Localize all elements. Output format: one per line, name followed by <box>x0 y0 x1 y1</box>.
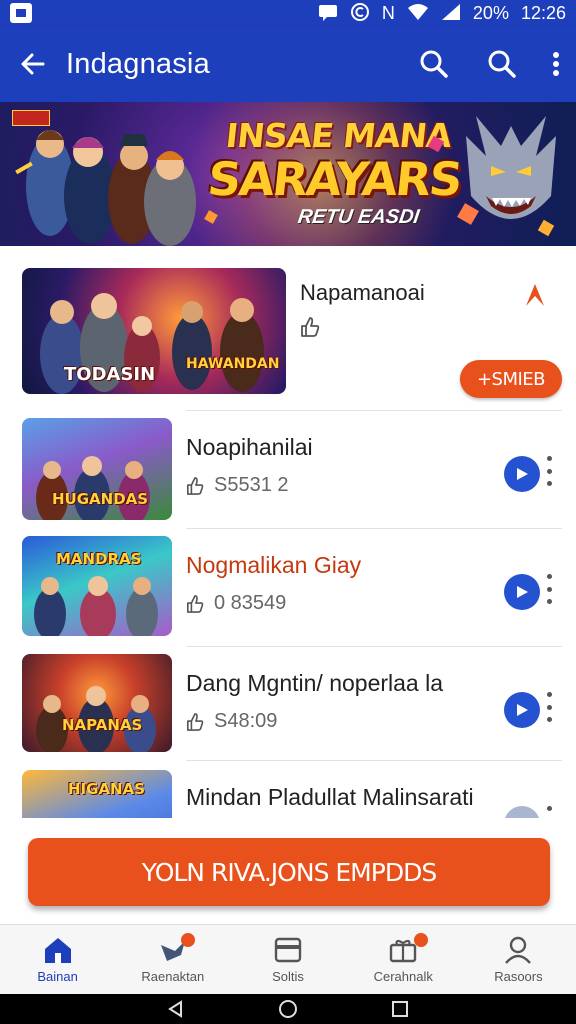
system-recents-icon[interactable] <box>391 1000 409 1018</box>
status-bar: N 20% 12:26 <box>0 0 576 26</box>
thumbs-up-icon <box>300 316 320 343</box>
nav-label: Raenaktan <box>141 969 205 984</box>
nav-item-cerahnalk[interactable]: Cerahnalk <box>346 925 461 994</box>
play-button[interactable] <box>504 574 540 610</box>
item-thumbnail[interactable]: HIGANAS <box>22 770 172 818</box>
item-thumb-caption: NAPANAS <box>62 716 143 734</box>
search-button-secondary[interactable] <box>468 26 536 102</box>
system-back-icon[interactable] <box>167 1000 185 1018</box>
banner-title-line2: SARAYARS <box>205 152 464 206</box>
notification-badge <box>413 933 428 947</box>
item-more-button[interactable] <box>542 692 556 722</box>
item-thumb-caption: HIGANAS <box>68 780 146 798</box>
list-item[interactable]: HUGANDAS Noapihanilai S5531 2 <box>0 410 576 528</box>
item-title: Noapihanilai <box>186 434 313 460</box>
nav-label: Rasoors <box>494 969 543 984</box>
list-item[interactable]: NAPANAS Dang Mgntin/ noperlaa la S48:09 <box>0 646 576 764</box>
thumbs-up-icon <box>186 594 204 613</box>
thumbs-up-icon <box>186 476 204 495</box>
play-icon <box>517 704 528 716</box>
flag-icon[interactable] <box>524 282 546 313</box>
person-icon <box>505 936 532 964</box>
overflow-menu-button[interactable] <box>536 26 576 102</box>
item-more-button[interactable] <box>542 574 556 604</box>
item-thumb-caption: MANDRAS <box>56 550 142 568</box>
app-bar: Indagnasia <box>0 26 576 102</box>
search-icon <box>420 50 448 78</box>
nav-label: Bainan <box>37 969 78 984</box>
arrow-left-icon <box>21 53 45 75</box>
battery-percent: 20% <box>472 2 509 23</box>
app-list: TODASIN HAWANDAN Napamanoai +SMIEB HUGAN… <box>0 246 576 818</box>
page-title: Indagnasia <box>66 47 210 80</box>
nav-item-raenaktan[interactable]: Raenaktan <box>115 925 230 994</box>
item-title: Nogmalikan Giay <box>186 552 362 578</box>
hero-characters-art <box>15 130 196 246</box>
hero-banner[interactable]: INSAE MANA SARAYARS RETU EASDI <box>0 102 576 246</box>
item-meta: 0 83549 <box>214 592 287 614</box>
banner-subtitle: RETU EASDI <box>296 206 421 228</box>
play-icon <box>517 468 528 480</box>
search-icon <box>488 50 516 78</box>
banner-title-line1: INSAE MANA <box>223 116 453 155</box>
message-icon <box>318 3 338 24</box>
featured-title: Napamanoai <box>300 280 425 305</box>
nav-item-rasoors[interactable]: Rasoors <box>461 925 576 994</box>
item-title: Dang Mgntin/ noperlaa la <box>186 670 443 696</box>
play-button[interactable] <box>504 806 540 818</box>
system-home-icon[interactable] <box>278 999 298 1019</box>
copyright-icon <box>350 2 370 25</box>
back-button[interactable] <box>0 26 66 102</box>
search-button[interactable] <box>400 26 468 102</box>
nfc-indicator: N <box>381 3 395 23</box>
nav-item-soltis[interactable]: Soltis <box>230 925 345 994</box>
play-icon <box>517 586 528 598</box>
more-vert-icon <box>553 52 559 76</box>
play-button[interactable] <box>504 456 540 492</box>
item-more-button[interactable] <box>542 456 556 486</box>
item-meta: S5531 2 <box>214 474 289 496</box>
featured-thumb-caption-right: HAWANDAN <box>186 356 280 372</box>
system-navigation-bar <box>0 994 576 1024</box>
signal-icon <box>441 3 461 24</box>
bottom-navigation: Bainan Raenaktan Soltis Cerahnalk Rasoor… <box>0 924 576 994</box>
play-button[interactable] <box>504 692 540 728</box>
featured-item[interactable]: TODASIN HAWANDAN Napamanoai +SMIEB <box>0 246 576 410</box>
item-more-button[interactable] <box>542 806 556 818</box>
item-thumbnail[interactable]: HUGANDAS <box>22 418 172 520</box>
nav-label: Cerahnalk <box>373 969 433 984</box>
primary-cta-button[interactable]: YOLN RIVA.JONS EMPDDS <box>28 838 550 906</box>
nav-label: Soltis <box>272 969 304 984</box>
item-title: Mindan Pladullat Malinsarati <box>186 784 474 810</box>
featured-thumbnail[interactable]: TODASIN HAWANDAN <box>22 268 286 394</box>
cta-area: YOLN RIVA.JONS EMPDDS <box>0 818 576 924</box>
home-icon <box>44 938 71 963</box>
app-root: N 20% 12:26 Indagnasia INSAE MANA SARAYA… <box>0 0 576 1024</box>
list-item[interactable]: HIGANAS Mindan Pladullat Malinsarati <box>0 760 576 818</box>
thumbs-up-icon <box>186 712 204 731</box>
install-button[interactable]: +SMIEB <box>460 360 562 398</box>
item-meta: S48:09 <box>214 710 278 732</box>
wifi-icon <box>407 3 429 24</box>
card-icon <box>274 937 302 963</box>
app-notification-icon <box>10 3 32 23</box>
list-item[interactable]: MANDRAS Nogmalikan Giay 0 83549 <box>0 528 576 646</box>
nav-item-home[interactable]: Bainan <box>0 925 115 994</box>
notification-badge <box>181 933 196 947</box>
item-thumbnail[interactable]: NAPANAS <box>22 654 172 752</box>
featured-thumb-caption-left: TODASIN <box>64 364 156 385</box>
clock: 12:26 <box>520 2 566 23</box>
item-thumb-caption: HUGANDAS <box>52 490 149 508</box>
item-thumbnail[interactable]: MANDRAS <box>22 536 172 636</box>
